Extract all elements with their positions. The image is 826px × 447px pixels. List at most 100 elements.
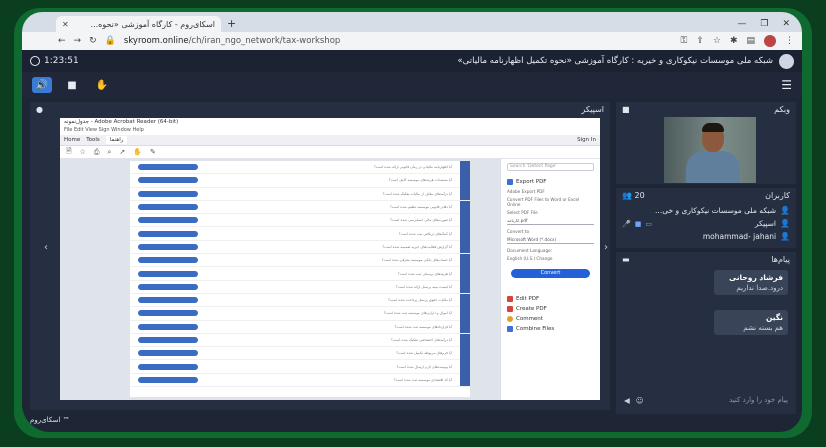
key-icon[interactable]: ⚿ [680, 36, 687, 46]
menu-icon[interactable]: ☰ [781, 78, 792, 92]
screen-icon[interactable]: ▭ [645, 220, 652, 228]
share-icon[interactable]: ⇪ [696, 36, 704, 46]
tab-close-icon[interactable]: ✕ [62, 20, 69, 29]
chat-icon: ▬ [622, 254, 630, 264]
export-pdf-header[interactable]: Export PDF [507, 179, 594, 185]
convert-button[interactable]: Convert [511, 269, 590, 278]
acrobat-tools-tab[interactable]: Tools [86, 137, 100, 143]
row-link-badge[interactable] [138, 376, 198, 383]
file-name-field[interactable]: کارنامه.pdf [507, 218, 594, 225]
star-icon[interactable]: ☆ [713, 36, 721, 46]
chat-header: ▬ پیام‌ها [616, 252, 796, 266]
bookmark-icon[interactable]: ☆ [80, 148, 86, 156]
hand-icon[interactable]: ✋ [133, 148, 142, 156]
panel-options-icon[interactable]: ● [36, 105, 43, 114]
row-marker [460, 213, 470, 227]
emoji-icon[interactable]: ☺ [636, 396, 644, 405]
row-marker [460, 306, 470, 320]
table-row: آیا اظهارنامه مالیاتی در زمان قانونی ارا… [130, 160, 470, 175]
row-link-badge[interactable] [138, 310, 198, 317]
minimize-icon[interactable]: — [737, 19, 746, 29]
create-pdf-icon [507, 306, 513, 312]
message-author: نگین [766, 313, 783, 322]
tool-search-input[interactable]: Search 'Detect Page' [507, 163, 594, 171]
zoom-icon[interactable]: ⌕ [108, 148, 112, 157]
table-row: آیا صورت‌های مالی حسابرسی شده است؟ [130, 213, 470, 228]
row-link-badge[interactable] [138, 164, 198, 171]
maximize-icon[interactable]: ❐ [760, 19, 768, 29]
row-link-badge[interactable] [138, 363, 198, 370]
reload-icon[interactable]: ↻ [89, 36, 97, 46]
back-icon[interactable]: ← [58, 36, 66, 46]
row-link-badge[interactable] [138, 257, 198, 264]
row-link-badge[interactable] [138, 323, 198, 330]
user-row[interactable]: 👤 شبکه ملی موسسات نیکوکاری و خی... [622, 204, 790, 217]
save-icon[interactable]: 🗎 [66, 147, 72, 158]
forward-icon[interactable]: → [74, 36, 82, 46]
close-window-icon[interactable]: ✕ [782, 19, 790, 29]
share-header: ● اسپیکر [30, 102, 610, 116]
user-avatar[interactable] [779, 53, 794, 69]
row-link-badge[interactable] [138, 204, 198, 211]
row-link-badge[interactable] [138, 350, 198, 357]
create-pdf-tool[interactable]: Create PDF [507, 306, 594, 312]
raise-hand-icon[interactable]: ✋ [92, 77, 112, 93]
language-value[interactable]: English (U.S.) Change [507, 256, 594, 261]
user-row[interactable]: 👤 اسپیکر 🎤 ■ ▭ [622, 217, 790, 230]
acrobat-home-tab[interactable]: Home [64, 137, 80, 143]
profile-avatar[interactable] [764, 35, 776, 47]
webcam-icon[interactable]: ■ [62, 77, 82, 93]
comment-tool[interactable]: Comment [507, 316, 594, 322]
acrobat-sign-in[interactable]: Sign In [577, 137, 596, 143]
row-link-badge[interactable] [138, 297, 198, 304]
prev-arrow-icon[interactable]: ‹ [44, 242, 48, 253]
row-text: آیا کد اقتصادی موسسه ثبت شده است؟ [393, 377, 452, 382]
row-text: آیا هزینه‌های پرسنلی ثبت شده است؟ [397, 271, 452, 276]
user-name: اسپیکر [754, 219, 777, 228]
user-name: mohammad- jahani [702, 232, 777, 241]
more-icon[interactable]: ⋮ [785, 36, 794, 46]
acrobat-doc-tab[interactable]: راهنما [105, 136, 128, 144]
row-link-badge[interactable] [138, 243, 198, 250]
browser-tab[interactable]: اسکای‌روم - کارگاه آموزشی «نحوه... ✕ [56, 16, 221, 32]
speaker-icon[interactable]: 🔊 [32, 77, 52, 93]
browser-window: اسکای‌روم - کارگاه آموزشی «نحوه... ✕ + —… [22, 12, 802, 432]
comment-tool-icon [507, 316, 513, 322]
combine-files-tool[interactable]: Combine Files [507, 326, 594, 332]
row-text: آیا گزارش فعالیت‌های خیریه ضمیمه شده است… [382, 244, 452, 249]
table-row: آیا درآمدهای معاف از مالیات تفکیک شده اس… [130, 187, 470, 201]
row-marker [460, 267, 470, 281]
new-tab-button[interactable]: + [227, 16, 236, 32]
next-arrow-icon[interactable]: › [604, 242, 608, 253]
row-link-badge[interactable] [138, 230, 198, 237]
chat-input[interactable]: ◀ ☺ پیام خود را وارد کنید [618, 392, 794, 408]
webcam-panel: ■ وبکم [616, 102, 796, 184]
browser-extensions: ⚿ ⇪ ☆ ✱ ▤ ⋮ [680, 35, 794, 47]
user-row[interactable]: 👤 mohammad- jahani [622, 230, 790, 243]
row-marker [460, 293, 470, 307]
row-link-badge[interactable] [138, 270, 198, 277]
url-field[interactable]: skyroom.online/ch/iran_ngo_network/tax-w… [124, 36, 340, 46]
cursor-icon[interactable]: ➚ [119, 148, 125, 156]
sidebar-icon[interactable]: ▤ [746, 36, 755, 46]
extension-icon[interactable]: ✱ [730, 36, 738, 46]
session-title: شبکه ملی موسسات نیکوکاری و خیریه : کارگا… [457, 56, 773, 66]
print-icon[interactable]: ⎙ [94, 148, 100, 157]
edit-pdf-tool[interactable]: Edit PDF [507, 296, 594, 302]
send-icon[interactable]: ◀ [624, 396, 630, 405]
row-text: آیا لیست بیمه پرسنل ارائه شده است؟ [395, 284, 452, 289]
row-link-badge[interactable] [138, 283, 198, 290]
row-link-badge[interactable] [138, 190, 198, 197]
format-select[interactable]: Microsoft Word (*.docx) [507, 237, 594, 244]
row-link-badge[interactable] [138, 217, 198, 224]
comment-icon[interactable]: ✎ [150, 148, 156, 156]
row-marker [460, 187, 470, 201]
mic-icon[interactable]: 🎤 [622, 220, 631, 228]
row-link-badge[interactable] [138, 337, 198, 343]
row-link-badge[interactable] [138, 177, 198, 184]
document-page: آیا اظهارنامه مالیاتی در زمان قانونی ارا… [130, 160, 470, 397]
video-icon[interactable]: ■ [635, 220, 642, 228]
user-icon: 👤 [780, 206, 790, 215]
row-marker [460, 280, 470, 294]
row-text: آیا مستندات هزینه‌های موسسه کامل است؟ [388, 178, 452, 183]
